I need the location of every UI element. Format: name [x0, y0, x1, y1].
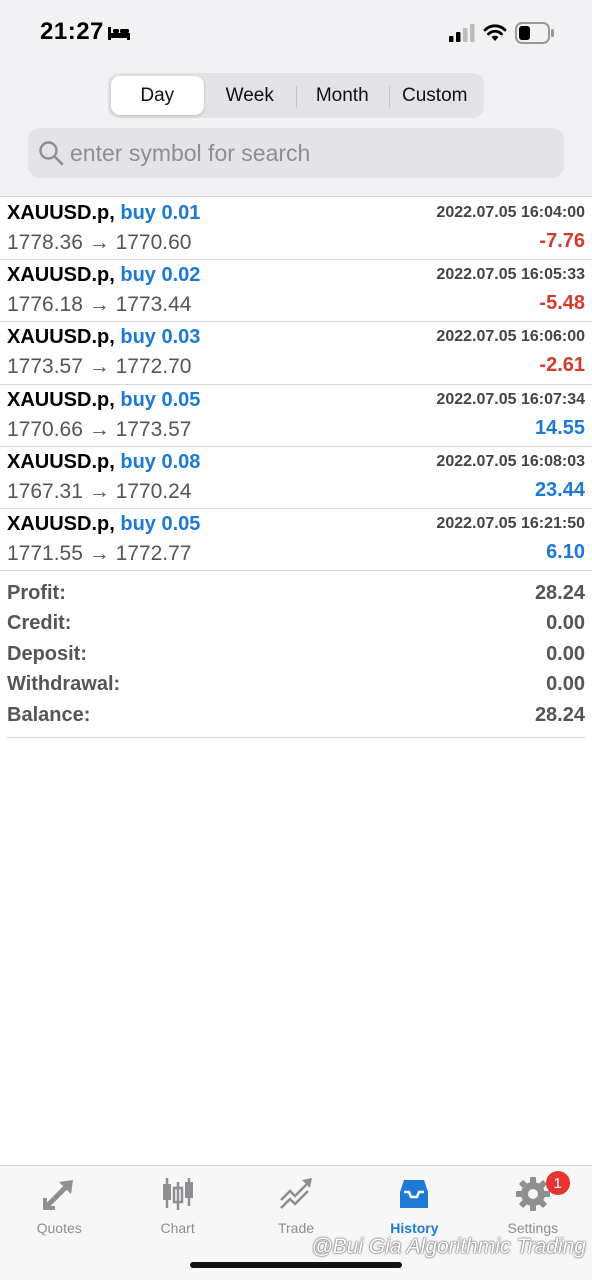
tab-month[interactable]: Month [296, 76, 389, 115]
summary-profit-value: 28.24 [534, 581, 585, 604]
summary-credit-label: Credit: [7, 612, 72, 635]
trade-prices: 1771.55 → 1772.77 [7, 541, 192, 565]
tab-day[interactable]: Day [111, 76, 204, 115]
trade-side: buy 0.01 [120, 202, 201, 224]
trade-profit: -5.48 [539, 292, 585, 315]
tab-custom[interactable]: Custom [388, 76, 482, 115]
tab-quotes[interactable]: Quotes [0, 1166, 118, 1280]
header-area: 21:27 Day Week Month Custom [0, 0, 592, 197]
search-bar[interactable] [28, 128, 564, 178]
trade-side: buy 0.08 [120, 450, 201, 473]
sleep-bed-icon [108, 27, 130, 40]
trade-row[interactable]: XAUUSD.p, buy 0.01 2022.07.05 16:04:00 1… [0, 198, 592, 261]
trade-symbol: XAUUSD.p, buy 0.02 [7, 264, 201, 287]
trade-datetime: 2022.07.05 16:21:50 [436, 514, 585, 532]
watermark-text: @Bui Gia Algorithmic Trading [311, 1235, 586, 1258]
status-time: 21:27 [40, 18, 104, 45]
trade-row[interactable]: XAUUSD.p, buy 0.05 2022.07.05 16:07:34 1… [0, 385, 592, 447]
trade-symbol: XAUUSD.p, buy 0.08 [7, 450, 201, 473]
home-indicator[interactable] [190, 1262, 402, 1268]
trade-profit: 14.55 [534, 416, 585, 439]
trade-symbol: XAUUSD.p, buy 0.05 [7, 388, 201, 411]
battery-icon [515, 22, 554, 44]
trade-symbol: XAUUSD.p, buy 0.03 [7, 326, 201, 349]
summary-withdrawal-value: 0.00 [546, 673, 585, 696]
trade-side: buy 0.05 [120, 388, 201, 411]
trade-datetime: 2022.07.05 16:08:03 [436, 452, 585, 470]
search-icon [39, 141, 64, 166]
trade-history-list: XAUUSD.p, buy 0.01 2022.07.05 16:04:00 1… [0, 198, 592, 572]
trade-side: buy 0.03 [120, 326, 201, 349]
period-segmented-control: Day Week Month Custom [108, 73, 484, 118]
trade-prices: 1778.36 → 1770.60 [7, 231, 192, 254]
summary-deposit-label: Deposit: [7, 642, 87, 665]
tab-settings-label: Settings [507, 1220, 559, 1236]
trade-prices: 1773.57 → 1772.70 [7, 355, 192, 379]
settings-notification-badge: 1 [545, 1171, 570, 1195]
history-inbox-icon [400, 1180, 429, 1208]
trade-row[interactable]: XAUUSD.p, buy 0.08 2022.07.05 16:08:03 1… [0, 447, 592, 509]
summary-balance-value: 28.24 [534, 703, 585, 726]
trade-row[interactable]: XAUUSD.p, buy 0.03 2022.07.05 16:06:00 1… [0, 322, 592, 385]
tab-history-label: History [390, 1220, 439, 1236]
candlestick-chart-icon [162, 1178, 193, 1210]
tab-quotes-label: Quotes [36, 1220, 82, 1236]
trade-symbol: XAUUSD.p, buy 0.01 [7, 202, 201, 224]
trade-datetime: 2022.07.05 16:04:00 [436, 204, 585, 221]
summary-credit-value: 0.00 [546, 612, 585, 635]
trade-row[interactable]: XAUUSD.p, buy 0.05 2022.07.05 16:21:50 1… [0, 509, 592, 572]
tab-trade-label: Trade [277, 1220, 315, 1236]
trade-profit: 6.10 [546, 540, 585, 563]
summary-credit: Credit: 0.00 [7, 609, 585, 640]
trade-row[interactable]: XAUUSD.p, buy 0.02 2022.07.05 16:05:33 1… [0, 260, 592, 323]
trade-trend-icon [280, 1178, 313, 1209]
status-bar: 21:27 [0, 0, 592, 66]
search-input[interactable] [70, 139, 540, 167]
trade-profit: -7.76 [539, 230, 585, 252]
summary-withdrawal: Withdrawal: 0.00 [7, 670, 585, 701]
summary-deposit-value: 0.00 [546, 642, 585, 665]
trade-prices: 1767.31 → 1770.24 [7, 479, 192, 503]
wifi-icon [483, 24, 507, 41]
account-summary: Profit: 28.24 Credit: 0.00 Deposit: 0.00… [7, 578, 585, 738]
trade-side: buy 0.05 [120, 512, 201, 535]
trade-datetime: 2022.07.05 16:07:34 [436, 390, 585, 408]
tab-settings[interactable]: Settings 1 [474, 1166, 592, 1280]
summary-withdrawal-label: Withdrawal: [7, 673, 121, 696]
trade-datetime: 2022.07.05 16:05:33 [436, 266, 585, 284]
trade-profit: -2.61 [539, 354, 585, 377]
summary-profit: Profit: 28.24 [7, 578, 585, 609]
summary-deposit: Deposit: 0.00 [7, 639, 585, 670]
quotes-arrows-icon [43, 1180, 74, 1210]
trade-datetime: 2022.07.05 16:06:00 [436, 328, 585, 346]
cellular-signal-icon [449, 24, 475, 42]
tab-chart-label: Chart [160, 1220, 195, 1236]
trade-side: buy 0.02 [120, 264, 201, 287]
trade-symbol: XAUUSD.p, buy 0.05 [7, 512, 201, 535]
tab-week[interactable]: Week [204, 76, 297, 115]
summary-profit-label: Profit: [7, 581, 66, 604]
trade-profit: 23.44 [534, 478, 585, 501]
trade-prices: 1770.66 → 1773.57 [7, 417, 192, 441]
summary-balance: Balance: 28.24 [7, 700, 585, 731]
trade-prices: 1776.18 → 1773.44 [7, 293, 192, 317]
summary-balance-label: Balance: [7, 703, 91, 726]
